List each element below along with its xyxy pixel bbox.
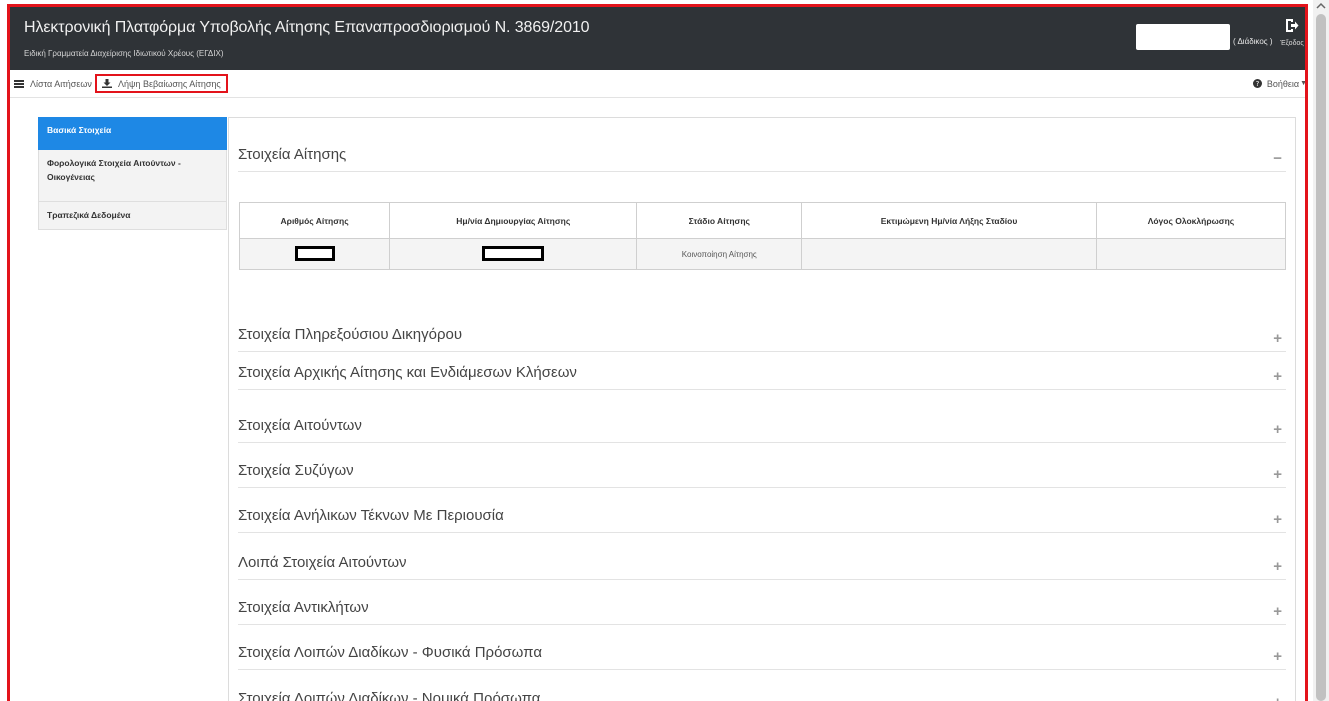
sidebar-item-label: Τραπεζικά Δεδομένα xyxy=(47,210,131,220)
expand-icon[interactable]: + xyxy=(1273,694,1282,701)
download-certificate-button[interactable]: Λήψη Βεβαίωσης Αίτησης xyxy=(95,74,228,93)
sidebar: Βασικά Στοιχεία Φορολογικά Στοιχεία Αιτο… xyxy=(38,117,227,230)
redacted-value xyxy=(482,245,545,261)
applications-list-link[interactable]: Λίστα Αιτήσεων xyxy=(14,70,92,97)
column-header: Λόγος Ολοκλήρωσης xyxy=(1095,202,1287,239)
expand-icon[interactable]: + xyxy=(1273,603,1282,620)
svg-text:?: ? xyxy=(1255,80,1259,88)
app-title: Ηλεκτρονική Πλατφόρμα Υποβολής Αίτησης Ε… xyxy=(24,19,590,36)
section-title: Στοιχεία Πληρεξούσιου Δικηγόρου xyxy=(238,326,463,343)
logout-button[interactable]: Έξοδος xyxy=(1280,18,1304,47)
logout-icon xyxy=(1286,19,1299,32)
section-application-info[interactable]: Στοιχεία Αίτησης − xyxy=(238,140,1286,172)
expand-icon[interactable]: + xyxy=(1273,648,1282,665)
section-title: Στοιχεία Αρχικής Αίτησης και Ενδιάμεσων … xyxy=(238,364,577,381)
help-label: Βοήθεια xyxy=(1266,78,1300,89)
section-title: Στοιχεία Αίτησης xyxy=(238,146,347,163)
section-title: Στοιχεία Αντικλήτων xyxy=(238,599,369,616)
section-lawyer[interactable]: Στοιχεία Πληρεξούσιου Δικηγόρου + xyxy=(238,320,1286,352)
completion-reason-cell xyxy=(1095,238,1287,270)
creation-date-cell xyxy=(389,238,638,270)
sidebar-item-bank-data[interactable]: Τραπεζικά Δεδομένα xyxy=(38,202,227,230)
table-row: Κοινοποίηση Αίτησης xyxy=(238,238,1287,270)
section-initial-application[interactable]: Στοιχεία Αρχικής Αίτησης και Ενδιάμεσων … xyxy=(238,358,1286,390)
section-title: Στοιχεία Ανήλικων Τέκνων Με Περιουσία xyxy=(238,507,504,524)
section-other-parties-natural[interactable]: Στοιχεία Λοιπών Διαδίκων - Φυσικά Πρόσωπ… xyxy=(238,638,1286,670)
section-title: Στοιχεία Λοιπών Διαδίκων - Φυσικά Πρόσωπ… xyxy=(238,644,542,661)
expand-icon[interactable]: + xyxy=(1273,511,1282,528)
app-frame: Ηλεκτρονική Πλατφόρμα Υποβολής Αίτησης Ε… xyxy=(7,4,1308,701)
expand-icon[interactable]: + xyxy=(1273,330,1282,347)
help-icon: ? xyxy=(1252,79,1262,88)
list-icon xyxy=(14,79,24,88)
main-content: Στοιχεία Αίτησης − Αριθμός Αίτησης Ημ/νί… xyxy=(228,117,1296,701)
redacted-value xyxy=(294,245,335,261)
user-name-redacted xyxy=(1136,24,1230,50)
scrollbar[interactable] xyxy=(1313,0,1329,701)
column-header: Ημ/νία Δημιουργίας Αίτησης xyxy=(389,202,638,239)
download-certificate-label: Λήψη Βεβαίωσης Αίτησης xyxy=(118,78,221,89)
app-subtitle: Ειδική Γραμματεία Διαχείρισης Ιδιωτικού … xyxy=(24,49,224,58)
applications-list-label: Λίστα Αιτήσεων xyxy=(30,78,92,89)
section-other-applicant-info[interactable]: Λοιπά Στοιχεία Αιτούντων + xyxy=(238,548,1286,580)
column-header: Εκτιμώμενη Ημ/νία Λήξης Σταδίου xyxy=(801,202,1097,239)
section-title: Στοιχεία Αιτούντων xyxy=(238,417,362,434)
expand-icon[interactable]: + xyxy=(1273,368,1282,385)
chevron-down-icon: ▼ xyxy=(1300,80,1307,87)
section-title: Στοιχεία Συζύγων xyxy=(238,462,354,479)
expand-icon[interactable]: + xyxy=(1273,466,1282,483)
help-menu[interactable]: ? Βοήθεια ▼ xyxy=(1252,70,1307,97)
estimated-end-cell xyxy=(801,238,1097,270)
application-number-cell xyxy=(238,238,391,270)
section-minor-children[interactable]: Στοιχεία Ανήλικων Τέκνων Με Περιουσία + xyxy=(238,501,1286,533)
expand-icon[interactable]: + xyxy=(1273,421,1282,438)
sidebar-item-tax-info[interactable]: Φορολογικά Στοιχεία Αιτούντων - Οικογένε… xyxy=(38,150,227,202)
sidebar-item-label: Βασικά Στοιχεία xyxy=(47,125,112,135)
app-header: Ηλεκτρονική Πλατφόρμα Υποβολής Αίτησης Ε… xyxy=(10,7,1305,70)
column-header: Στάδιο Αίτησης xyxy=(636,202,803,239)
user-role: ( Διάδικος ) xyxy=(1233,37,1273,46)
section-other-parties-legal[interactable]: Στοιχεία Λοιπών Διαδίκων - Νομικά Πρόσωπ… xyxy=(238,684,1286,701)
stage-cell: Κοινοποίηση Αίτησης xyxy=(636,238,803,270)
section-title: Λοιπά Στοιχεία Αιτούντων xyxy=(238,554,407,571)
section-spouses[interactable]: Στοιχεία Συζύγων + xyxy=(238,456,1286,488)
scroll-up-icon[interactable] xyxy=(1313,0,1329,12)
section-representatives[interactable]: Στοιχεία Αντικλήτων + xyxy=(238,593,1286,625)
download-icon xyxy=(102,79,112,88)
sidebar-item-basic-info[interactable]: Βασικά Στοιχεία xyxy=(38,117,227,150)
sidebar-item-label: Φορολογικά Στοιχεία Αιτούντων - Οικογένε… xyxy=(47,158,181,182)
application-table: Αριθμός Αίτησης Ημ/νία Δημιουργίας Αίτησ… xyxy=(238,202,1287,270)
expand-icon[interactable]: + xyxy=(1273,558,1282,575)
section-applicants[interactable]: Στοιχεία Αιτούντων + xyxy=(238,411,1286,443)
logout-label: Έξοδος xyxy=(1280,40,1304,47)
collapse-icon[interactable]: − xyxy=(1273,150,1282,167)
scrollbar-thumb[interactable] xyxy=(1316,14,1326,701)
column-header: Αριθμός Αίτησης xyxy=(238,202,391,239)
toolbar: Λίστα Αιτήσεων Λήψη Βεβαίωσης Αίτησης ? … xyxy=(10,70,1305,98)
section-title: Στοιχεία Λοιπών Διαδίκων - Νομικά Πρόσωπ… xyxy=(238,690,541,701)
